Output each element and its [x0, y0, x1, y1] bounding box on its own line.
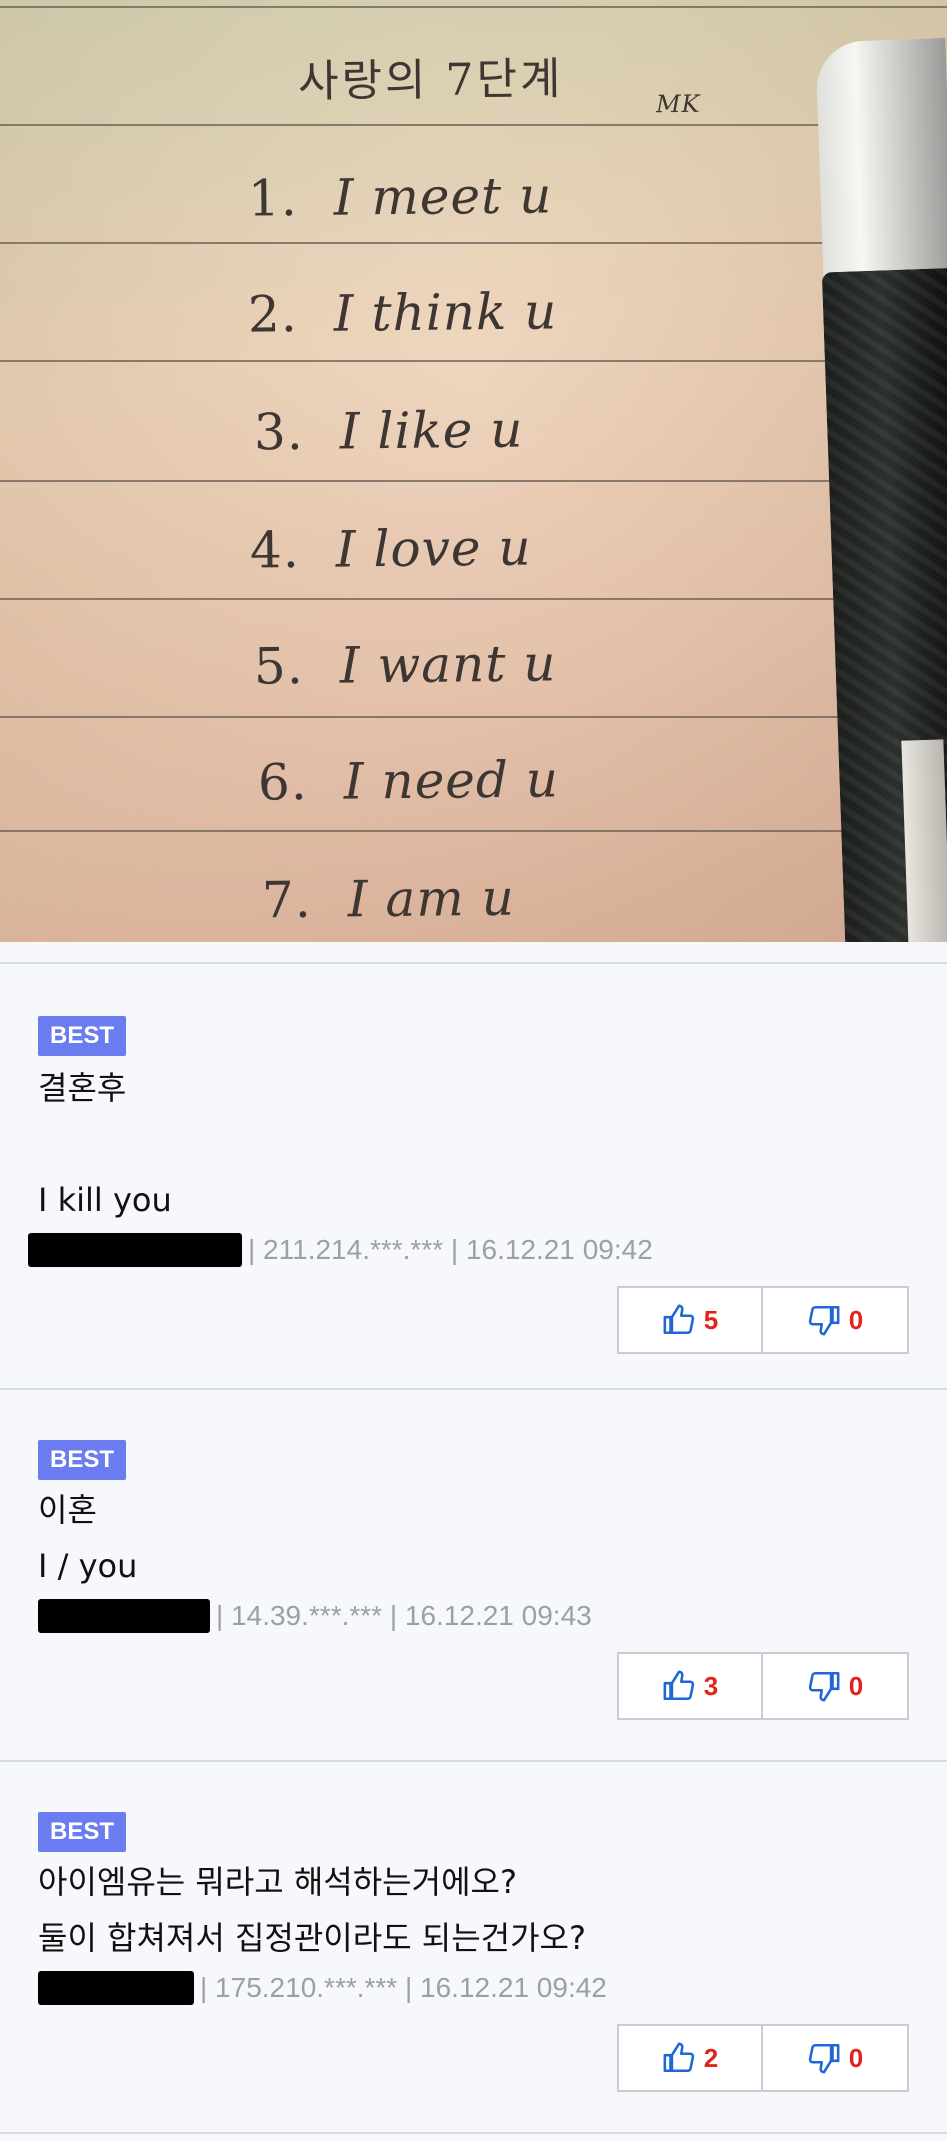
item-text: I am u	[347, 868, 516, 929]
ruled-line	[0, 480, 850, 482]
thumbs-up-icon	[663, 1670, 694, 1701]
redacted-author	[38, 1971, 194, 2005]
comment-text: 이혼	[38, 1491, 97, 1529]
item-number: 4.	[249, 520, 301, 580]
item-number: 5.	[253, 637, 305, 696]
item-text: I meet u	[333, 166, 553, 227]
thumbs-up-icon	[663, 2042, 694, 2073]
dislike-count: 0	[848, 1670, 864, 1701]
redacted-author	[38, 1599, 210, 1633]
like-button[interactable]: 5	[617, 1286, 763, 1354]
comment-meta: | 14.39.***.*** | 16.12.21 09:43	[38, 1596, 909, 1636]
list-item: 7. I am u	[262, 869, 515, 930]
best-badge: BEST	[38, 1440, 127, 1480]
redacted-author	[28, 1233, 242, 1267]
ruled-line	[0, 598, 870, 600]
thumbs-down-icon	[808, 2043, 840, 2074]
comment-text: 아이엠유는 뭐라고 해석하는거에오?	[38, 1863, 517, 1901]
item-text: I think u	[333, 282, 558, 343]
item-text: I need u	[343, 750, 560, 811]
dislike-count: 0	[848, 2042, 864, 2073]
ruled-line	[0, 6, 947, 8]
item-text: I like u	[339, 400, 524, 461]
ruled-line	[0, 242, 850, 244]
ruled-line	[0, 360, 850, 362]
pen-clip	[901, 739, 947, 942]
thumbs-down-icon	[808, 1305, 840, 1336]
like-count: 3	[703, 1670, 719, 1701]
note-initials: MK	[655, 89, 701, 119]
like-button[interactable]: 2	[617, 2024, 763, 2092]
vote-buttons: 3 0	[38, 1652, 909, 1720]
dislike-button[interactable]: 0	[763, 1652, 909, 1720]
list-item: 6. I need u	[258, 750, 560, 811]
comment-meta: | 211.214.***.*** | 16.12.21 09:42	[28, 1230, 909, 1270]
dislike-button[interactable]: 0	[763, 1286, 909, 1354]
thumbs-down-icon	[808, 1671, 840, 1702]
comment-item: BEST 이혼 I / you | 14.39.***.*** | 16.12.…	[0, 1390, 947, 1760]
list-item: 5. I want u	[254, 634, 557, 695]
comment-meta: | 175.210.***.*** | 16.12.21 09:42	[38, 1968, 909, 2008]
comment-text: I kill you	[38, 1181, 172, 1219]
comment-ip-date: | 14.39.***.*** | 16.12.21 09:43	[216, 1600, 592, 1631]
best-badge: BEST	[38, 1016, 127, 1056]
dislike-button[interactable]: 0	[763, 2024, 909, 2092]
item-number: 3.	[253, 402, 305, 462]
best-comments-list: BEST 결혼후 I kill you | 211.214.***.*** | …	[0, 942, 947, 2134]
thumbs-up-icon	[663, 1304, 694, 1335]
item-text: I want u	[339, 634, 557, 695]
item-number: 7.	[261, 870, 313, 930]
like-count: 2	[703, 2042, 719, 2073]
comment-text: I / you	[38, 1547, 138, 1585]
list-item: 1. I meet u	[248, 166, 553, 227]
item-text: I love u	[335, 518, 532, 579]
list-item: 3. I like u	[254, 401, 524, 462]
vote-buttons: 5 0	[38, 1286, 909, 1354]
item-number: 2.	[247, 285, 299, 344]
ruled-line	[0, 124, 870, 126]
vote-buttons: 2 0	[38, 2024, 909, 2092]
note-title: 사랑의 7단계	[297, 53, 564, 108]
divider	[0, 2132, 947, 2134]
comment-ip-date: | 211.214.***.*** | 16.12.21 09:42	[248, 1234, 653, 1265]
ruled-line	[0, 830, 900, 832]
comment-item: BEST 아이엠유는 뭐라고 해석하는거에오? 둘이 합쳐져서 집정관이라도 되…	[0, 1762, 947, 2132]
list-item: 2. I think u	[248, 282, 558, 343]
item-number: 6.	[257, 753, 309, 812]
list-item: 4. I love u	[250, 519, 532, 580]
comment-item: BEST 결혼후 I kill you | 211.214.***.*** | …	[0, 964, 947, 1388]
dislike-count: 0	[848, 1304, 864, 1335]
item-number: 1.	[247, 169, 299, 228]
comment-text: 둘이 합쳐져서 집정관이라도 되는건가오?	[38, 1919, 586, 1957]
comment-ip-date: | 175.210.***.*** | 16.12.21 09:42	[200, 1972, 607, 2003]
like-button[interactable]: 3	[617, 1652, 763, 1720]
ruled-line	[0, 716, 880, 718]
comment-text: 결혼후	[38, 1069, 127, 1107]
best-badge: BEST	[38, 1812, 127, 1852]
like-count: 5	[703, 1304, 719, 1335]
note-photo: 사랑의 7단계 MK 1. I meet u 2. I think u 3. I…	[0, 0, 947, 942]
